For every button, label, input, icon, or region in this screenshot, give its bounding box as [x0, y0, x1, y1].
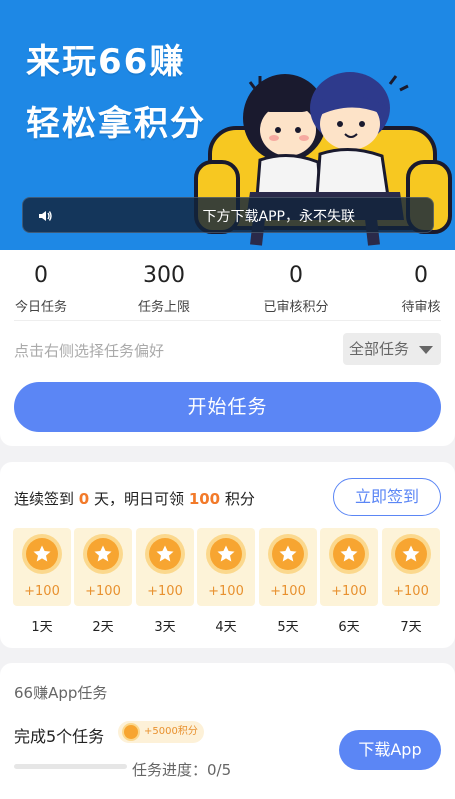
day-tile: +100	[259, 528, 317, 606]
signin-card: 连续签到 0 天，明日可领 100 积分 立即签到 +100 1天 +100 2…	[0, 462, 455, 648]
task-progress-bar	[14, 764, 127, 769]
app-task-section-title: 66赚App任务	[14, 684, 108, 702]
stat-pending-review: 0 待审核	[366, 262, 455, 315]
banner-title-line2: 轻松拿积分	[26, 104, 206, 144]
star-coin-icon	[87, 538, 119, 570]
signin-day: +100 6天	[320, 528, 378, 635]
star-coin-icon	[149, 538, 181, 570]
star-coin-icon	[210, 538, 242, 570]
day-tile: +100	[74, 528, 132, 606]
day-label: 7天	[400, 620, 422, 635]
stats-card: 0 今日任务 300 任务上限 0 已审核积分 0 待审核 点击右侧选择任务偏好…	[0, 250, 455, 446]
task-name: 完成5个任务	[14, 727, 105, 746]
signin-prefix: 连续签到	[14, 490, 75, 508]
notice-text: 下方下载APP，永不失联	[202, 209, 355, 225]
day-tile: +100	[382, 528, 440, 606]
day-points: +100	[270, 584, 306, 599]
stat-task-limit: 300 任务上限	[109, 262, 219, 315]
stat-approved-points: 0 已审核积分	[241, 262, 351, 315]
stat-label: 任务上限	[137, 300, 190, 315]
star-coin-icon	[26, 538, 58, 570]
stat-value: 0	[414, 263, 428, 288]
sign-in-button[interactable]: 立即签到	[333, 478, 441, 516]
day-label: 6天	[338, 620, 360, 635]
day-tile: +100	[13, 528, 71, 606]
day-points: +100	[85, 584, 121, 599]
reward-badge: +5000积分	[118, 721, 204, 743]
signin-day: +100 1天	[13, 528, 71, 635]
stat-value: 0	[34, 263, 48, 288]
signin-middle: 天，明日可领	[94, 490, 185, 508]
stat-label: 已审核积分	[263, 300, 329, 315]
stat-label: 今日任务	[14, 300, 67, 315]
day-points: +100	[393, 584, 429, 599]
signin-days-row: +100 1天 +100 2天 +100 3天 +100 4天 +100 5天 …	[13, 528, 443, 638]
day-label: 5天	[277, 620, 299, 635]
divider	[14, 320, 441, 321]
banner-title-line1: 来玩66赚	[26, 42, 186, 82]
stat-today-tasks: 0 今日任务	[0, 262, 96, 315]
download-app-button[interactable]: 下载App	[339, 730, 441, 770]
task-filter-value: 全部任务	[349, 340, 410, 358]
day-points: +100	[208, 584, 244, 599]
preference-hint: 点击右侧选择任务偏好	[14, 342, 165, 360]
day-tile: +100	[320, 528, 378, 606]
star-coin-icon	[395, 538, 427, 570]
speaker-icon	[39, 211, 52, 221]
stat-value: 0	[289, 263, 303, 288]
star-coin-icon	[272, 538, 304, 570]
reward-badge-text: +5000积分	[144, 726, 198, 737]
day-tile: +100	[136, 528, 194, 606]
day-tile: +100	[197, 528, 255, 606]
promo-banner[interactable]: 来玩66赚 轻松拿积分 下方下载APP，永不失联	[0, 0, 455, 250]
task-progress-label: 任务进度：0/5	[132, 761, 232, 779]
start-task-button[interactable]: 开始任务	[14, 382, 441, 432]
signin-day: +100 4天	[197, 528, 255, 635]
star-coin-icon	[333, 538, 365, 570]
coin-icon	[124, 725, 138, 739]
day-points: +100	[331, 584, 367, 599]
signin-summary: 连续签到 0 天，明日可领 100 积分	[14, 488, 255, 509]
signin-day: +100 5天	[259, 528, 317, 635]
task-filter-select[interactable]: 全部任务	[343, 333, 441, 365]
day-label: 4天	[215, 620, 237, 635]
signin-points: 100	[188, 490, 221, 508]
signin-day: +100 7天	[382, 528, 440, 635]
signin-days-count: 0	[78, 490, 90, 508]
stat-value: 300	[143, 263, 185, 288]
app-task-card: 66赚App任务 完成5个任务 +5000积分 任务进度：0/5 下载App	[0, 663, 455, 799]
day-points: +100	[147, 584, 183, 599]
stat-label: 待审核	[401, 300, 441, 315]
day-label: 2天	[92, 620, 114, 635]
triangle-down-icon	[419, 346, 433, 354]
day-label: 3天	[154, 620, 176, 635]
signin-suffix: 积分	[224, 490, 255, 508]
day-label: 1天	[31, 620, 53, 635]
day-points: +100	[24, 584, 60, 599]
notice-bar[interactable]: 下方下载APP，永不失联	[22, 197, 434, 233]
signin-day: +100 3天	[136, 528, 194, 635]
signin-day: +100 2天	[74, 528, 132, 635]
